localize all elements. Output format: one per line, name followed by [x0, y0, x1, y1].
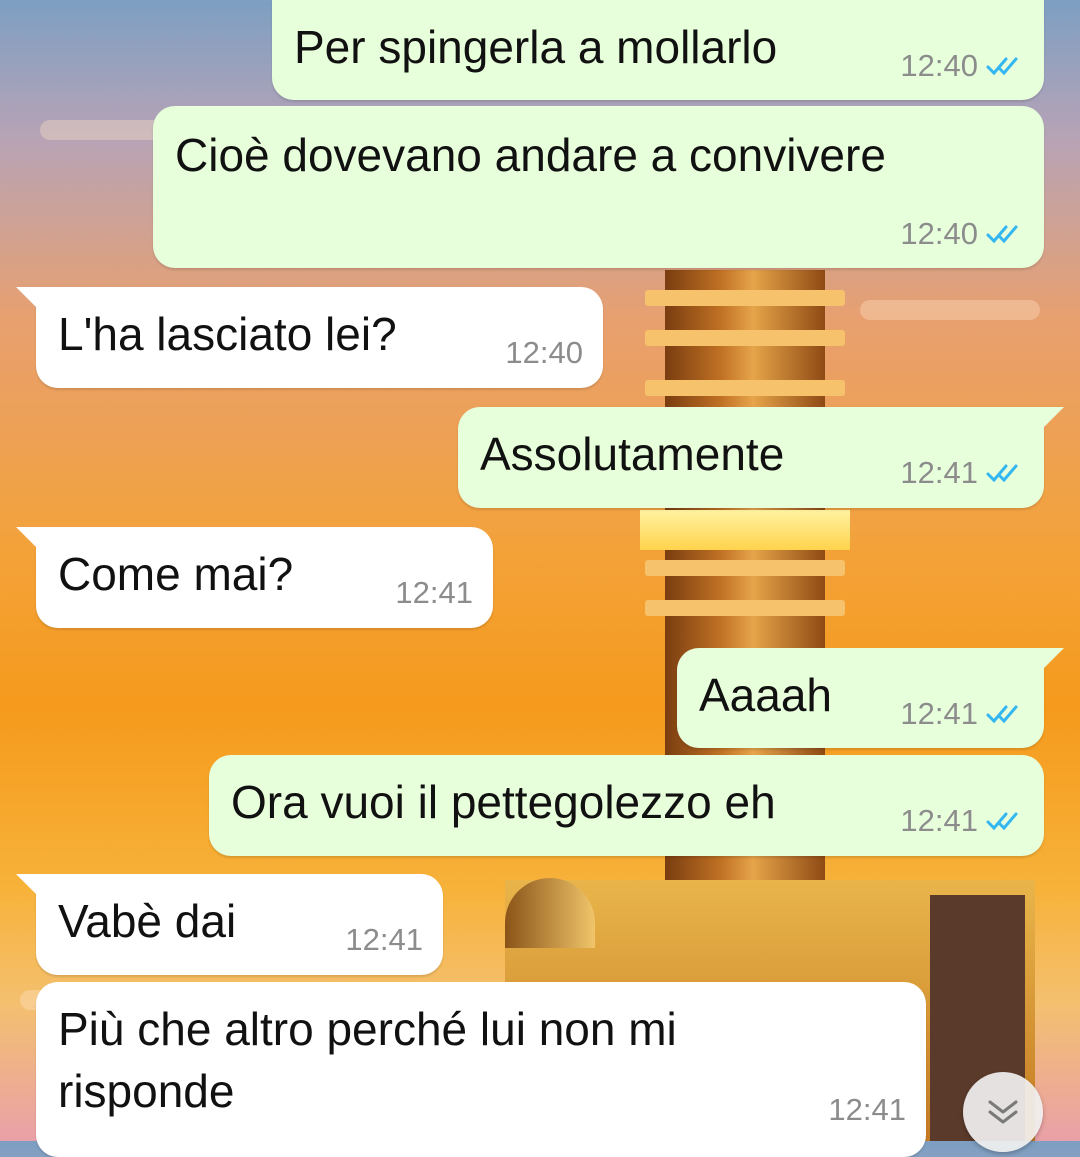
read-ticks-icon: [986, 705, 1018, 724]
message-meta: 12:40: [900, 48, 1024, 84]
message-time: 12:40: [900, 48, 978, 83]
message-text-line: risponde: [58, 1065, 235, 1117]
message-bubble-incoming[interactable]: Come mai? 12:41: [16, 527, 493, 628]
scroll-to-bottom-button[interactable]: [963, 1072, 1043, 1152]
message-text: Per spingerla a mollarlo: [294, 21, 778, 73]
message-bubble-incoming[interactable]: Più che altro perché lui non mi risponde…: [36, 982, 926, 1157]
message-meta: 12:41: [900, 803, 1024, 839]
message-time: 12:41: [900, 696, 978, 731]
message-bubble-outgoing[interactable]: Assolutamente 12:41: [458, 407, 1064, 508]
message-time: 12:41: [900, 803, 978, 838]
message-meta: 12:41: [900, 455, 1024, 491]
message-meta: 12:40: [900, 216, 1024, 252]
message-text-line: Più che altro perché lui non mi: [58, 1003, 677, 1055]
message-time: 12:40: [505, 335, 583, 370]
message-time: 12:41: [345, 922, 423, 957]
message-text: Assolutamente: [480, 428, 785, 480]
message-time: 12:41: [900, 455, 978, 490]
message-bubble-outgoing[interactable]: Cioè dovevano andare a convivere 12:40: [153, 106, 1044, 268]
message-meta: 12:41: [828, 1092, 906, 1128]
message-bubble-outgoing[interactable]: Per spingerla a mollarlo 12:40: [272, 0, 1044, 100]
message-time: 12:41: [828, 1092, 906, 1127]
message-text: Vabè dai: [58, 895, 237, 947]
message-text: Aaaah: [699, 669, 833, 721]
message-bubble-incoming[interactable]: Vabè dai 12:41: [16, 874, 443, 975]
message-text: Cioè dovevano andare a convivere: [175, 129, 886, 181]
read-ticks-icon: [986, 225, 1018, 244]
message-meta: 12:41: [900, 696, 1024, 732]
read-ticks-icon: [986, 57, 1018, 76]
message-bubble-incoming[interactable]: L'ha lasciato lei? 12:40: [16, 287, 603, 388]
read-ticks-icon: [986, 464, 1018, 483]
message-meta: 12:41: [345, 922, 423, 958]
message-bubble-outgoing[interactable]: Ora vuoi il pettegolezzo eh 12:41: [209, 755, 1044, 856]
double-chevron-down-icon: [988, 1100, 1018, 1124]
message-text: L'ha lasciato lei?: [58, 308, 397, 360]
message-time: 12:40: [900, 216, 978, 251]
message-bubble-outgoing[interactable]: Aaaah 12:41: [677, 648, 1064, 748]
message-time: 12:41: [395, 575, 473, 610]
read-ticks-icon: [986, 812, 1018, 831]
message-text: Ora vuoi il pettegolezzo eh: [231, 776, 776, 828]
message-meta: 12:41: [395, 575, 473, 611]
message-text: Come mai?: [58, 548, 294, 600]
message-list[interactable]: Per spingerla a mollarlo 12:40 Cioè dove…: [0, 0, 1080, 1157]
message-meta: 12:40: [505, 335, 583, 371]
